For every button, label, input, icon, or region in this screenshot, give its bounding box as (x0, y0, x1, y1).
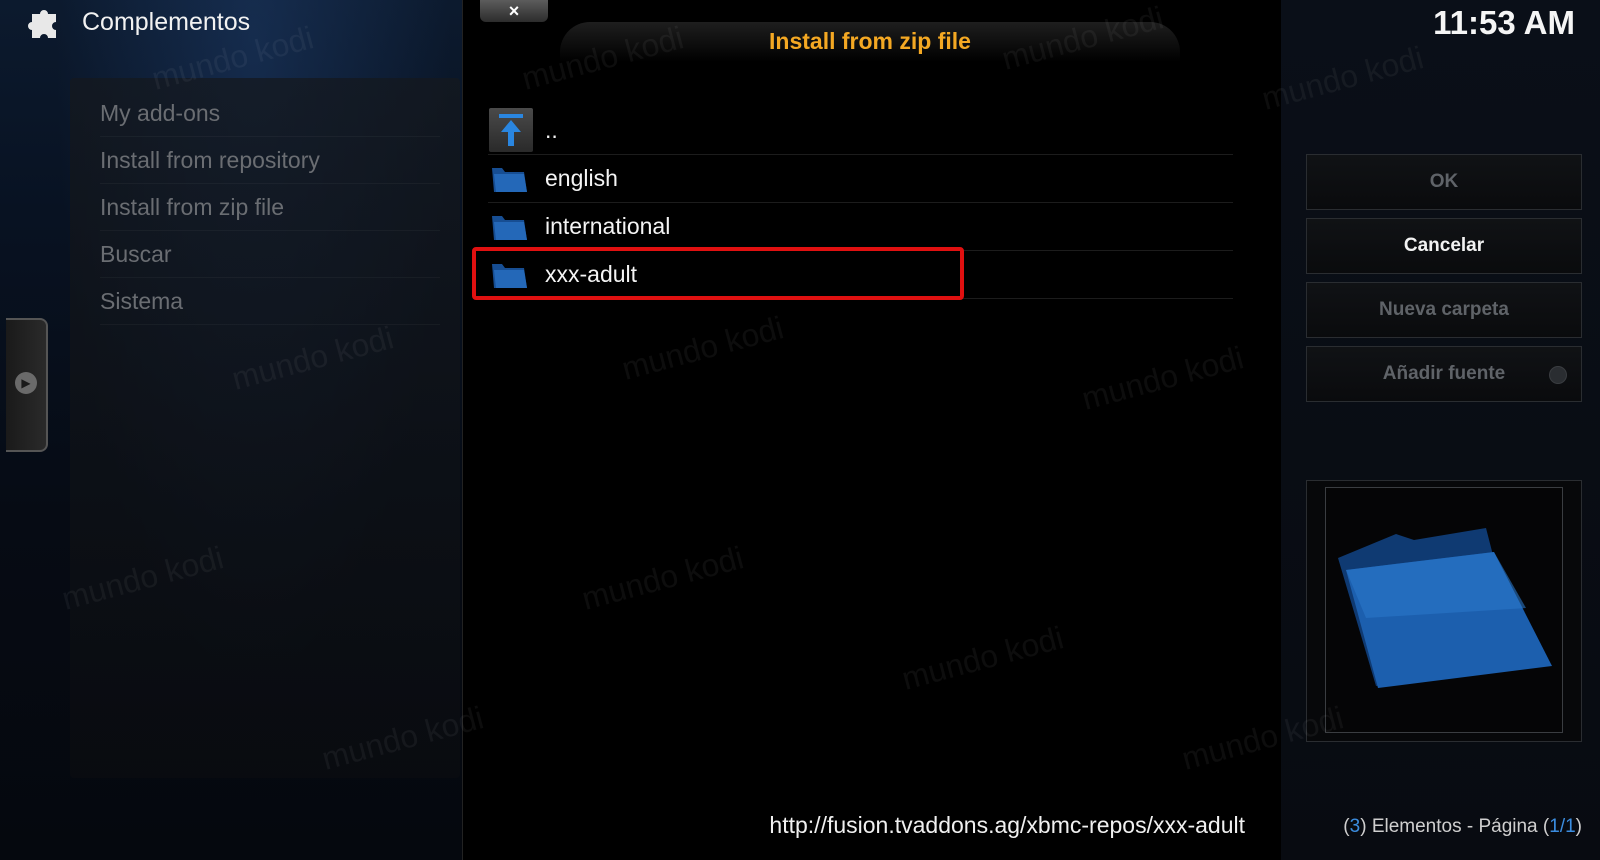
radio-indicator-icon (1549, 366, 1567, 384)
play-arrow-icon: ▶ (15, 372, 37, 394)
menu-item-buscar[interactable]: Buscar (100, 231, 440, 278)
page-indicator: 1/1 (1549, 816, 1576, 837)
side-panel-toggle[interactable]: ▶ (6, 318, 48, 452)
file-row-parent[interactable]: .. (488, 106, 1233, 155)
highlight-annotation (472, 247, 964, 300)
item-count: 3 (1349, 816, 1361, 837)
preview-thumbnail (1325, 487, 1563, 733)
folder-icon (492, 216, 527, 240)
dialog-title: Install from zip file (769, 28, 971, 54)
file-row-english[interactable]: english (488, 154, 1233, 203)
preview-panel (1306, 480, 1582, 742)
puzzle-icon (28, 10, 56, 38)
parent-folder-icon (489, 108, 533, 152)
section-title: Complementos (82, 8, 251, 36)
cancel-button[interactable]: Cancelar (1306, 218, 1582, 274)
large-folder-icon (1338, 528, 1552, 688)
file-label: .. (545, 117, 558, 143)
status-bar: (3) Elementos - Página (1/1) (1343, 816, 1582, 837)
menu-item-sistema[interactable]: Sistema (100, 278, 440, 325)
folder-icon (492, 168, 527, 192)
side-menu: My add-ons Install from repository Insta… (70, 78, 460, 778)
menu-item-install-from-repository[interactable]: Install from repository (100, 137, 440, 184)
menu-item-install-from-zip[interactable]: Install from zip file (100, 184, 440, 231)
current-path: http://fusion.tvaddons.ag/xbmc-repos/xxx… (769, 812, 1245, 838)
add-source-button[interactable]: Añadir fuente (1306, 346, 1582, 402)
close-button[interactable]: × (480, 0, 548, 22)
status-label: Elementos - Página (1371, 816, 1538, 837)
file-label: international (545, 213, 671, 239)
new-folder-button[interactable]: Nueva carpeta (1306, 282, 1582, 338)
ok-button[interactable]: OK (1306, 154, 1582, 210)
file-row-international[interactable]: international (488, 202, 1233, 251)
menu-item-my-addons[interactable]: My add-ons (100, 90, 440, 137)
clock: 11:53 AM (1433, 4, 1575, 41)
add-source-label: Añadir fuente (1382, 363, 1506, 384)
file-label: english (545, 165, 618, 191)
